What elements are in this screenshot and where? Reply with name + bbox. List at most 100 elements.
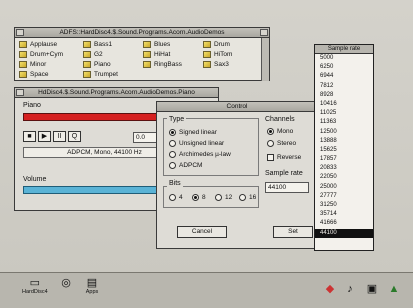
bits-option-12[interactable]: 12 [215,194,232,201]
file-item[interactable]: Drum [203,41,230,48]
radio-selected-icon [267,128,274,135]
menu-item[interactable]: 35714 [315,210,373,219]
channels-label: Channels [265,116,295,123]
radio-icon [169,151,176,158]
file-item[interactable]: Trumpet [83,71,118,78]
radio-icon [169,140,176,147]
filer-title: ADFS::HardDisc4.$.Sound.Programs.Acorn.A… [59,29,225,36]
cd-icon: ◎ [61,277,71,289]
menu-item[interactable]: 11025 [315,109,373,118]
menu-item[interactable]: 7812 [315,82,373,91]
filer-contents: Applause Bass1 Blues Drum Drum+Cym G2 Hi… [15,38,269,80]
menu-item[interactable]: 17857 [315,155,373,164]
transport-controls: ■ ▶ II Q [23,131,81,142]
iconbar-cd[interactable]: ◎ [58,277,74,289]
file-item[interactable]: Sax3 [203,61,229,68]
stop-button[interactable]: ■ [23,131,36,142]
acorn-icon: ▲ [388,283,400,295]
menu-item[interactable]: 44100 [315,228,373,238]
radio-icon [215,194,222,201]
bits-option-8[interactable]: 8 [192,194,206,201]
menu-item[interactable]: 20833 [315,164,373,173]
file-item[interactable]: Piano [83,61,111,68]
back-icon[interactable] [16,89,24,96]
loop-button[interactable]: Q [68,131,81,142]
sound-file-icon [203,41,211,48]
bits-option-16[interactable]: 16 [239,194,256,201]
set-button[interactable]: Set [273,226,313,238]
cancel-button[interactable]: Cancel [177,226,227,238]
control-dialog: Control Type Signed linear Unsigned line… [156,101,318,249]
iconbar-acorn[interactable]: ▲ [386,283,402,295]
channel-option-mono[interactable]: Mono [267,128,293,135]
play-button[interactable]: ▶ [38,131,51,142]
iconbar-apps[interactable]: ▤ Apps [84,277,100,295]
iconbar-music[interactable]: ♪ [342,283,358,295]
type-option-unsigned[interactable]: Unsigned linear [169,140,224,147]
menu-item[interactable]: 11363 [315,118,373,127]
channel-option-stereo[interactable]: Stereo [267,140,296,147]
file-item[interactable]: Space [19,71,48,78]
sample-rate-menu: Sample rate 5000 6250 6944 7812 8928 10416 110… [314,44,374,251]
file-item[interactable]: Bass1 [83,41,112,48]
file-item[interactable]: HiTom [203,51,232,58]
sound-file-icon [143,51,151,58]
menu-title: Sample rate [315,45,373,54]
iconbar-harddisc[interactable]: ▭ HardDisc4 [22,277,48,295]
sound-file-icon [83,71,91,78]
palette-icon: ◆ [325,283,335,295]
player-titlebar[interactable]: HdDisc4.$.Sound.Programs.Acorn.AudioDemo… [15,88,218,98]
menu-item[interactable]: 12500 [315,128,373,137]
menu-item[interactable]: 6250 [315,63,373,72]
track-label: Piano [23,102,41,109]
back-icon[interactable] [16,29,24,36]
filer-scrollbar[interactable] [261,38,269,81]
sound-file-icon [19,51,27,58]
menu-item[interactable]: 41666 [315,219,373,228]
sound-file-icon [19,71,27,78]
menu-item[interactable]: 10416 [315,100,373,109]
radio-icon [239,194,246,201]
file-item[interactable]: Drum+Cym [19,51,63,58]
toggle-size-icon[interactable] [260,29,268,36]
menu-items: 5000 6250 6944 7812 8928 10416 11025 11363 12500… [315,54,373,238]
menu-item[interactable]: 5000 [315,54,373,63]
file-item[interactable]: HiHat [143,51,170,58]
menu-item[interactable]: 8928 [315,91,373,100]
type-label: Type [167,116,187,123]
menu-item[interactable]: 6944 [315,72,373,81]
menu-item[interactable]: 31250 [315,201,373,210]
radio-icon [169,162,176,169]
volume-label: Volume [23,176,47,183]
icon-bar: ▭ HardDisc4 ◎ ▤ Apps ◆ ♪ ▣ ▲ [0,272,413,308]
menu-item[interactable]: 15625 [315,146,373,155]
menu-item[interactable]: 25000 [315,183,373,192]
file-item[interactable]: Applause [19,41,57,48]
menu-item[interactable]: 22050 [315,173,373,182]
file-item[interactable]: G2 [83,51,103,58]
sample-rate-field[interactable]: 44100 [265,182,309,193]
control-titlebar[interactable]: Control [157,102,317,112]
iconbar-display[interactable]: ▣ [364,283,380,295]
type-option-signed[interactable]: Signed linear [169,129,217,136]
sound-file-icon [143,61,151,68]
control-title: Control [226,103,248,110]
music-icon: ♪ [347,283,353,295]
iconbar-palette[interactable]: ◆ [322,283,338,295]
reverse-option[interactable]: Reverse [267,154,301,161]
file-item[interactable]: RingBass [143,61,182,68]
file-item[interactable]: Blues [143,41,170,48]
radio-icon [169,194,176,201]
type-option-mulaw[interactable]: Archimedes µ-law [169,151,231,158]
bits-option-4[interactable]: 4 [169,194,183,201]
filer-titlebar[interactable]: ADFS::HardDisc4.$.Sound.Programs.Acorn.A… [15,28,269,38]
control-body: Type Signed linear Unsigned linear Archi… [157,112,317,248]
menu-item[interactable]: 13888 [315,137,373,146]
type-option-adpcm[interactable]: ADPCM [169,162,202,169]
checkbox-icon [267,154,274,161]
sound-file-icon [19,61,27,68]
menu-item[interactable]: 27777 [315,192,373,201]
pause-button[interactable]: II [53,131,66,142]
sound-file-icon [83,41,91,48]
file-item[interactable]: Minor [19,61,46,68]
